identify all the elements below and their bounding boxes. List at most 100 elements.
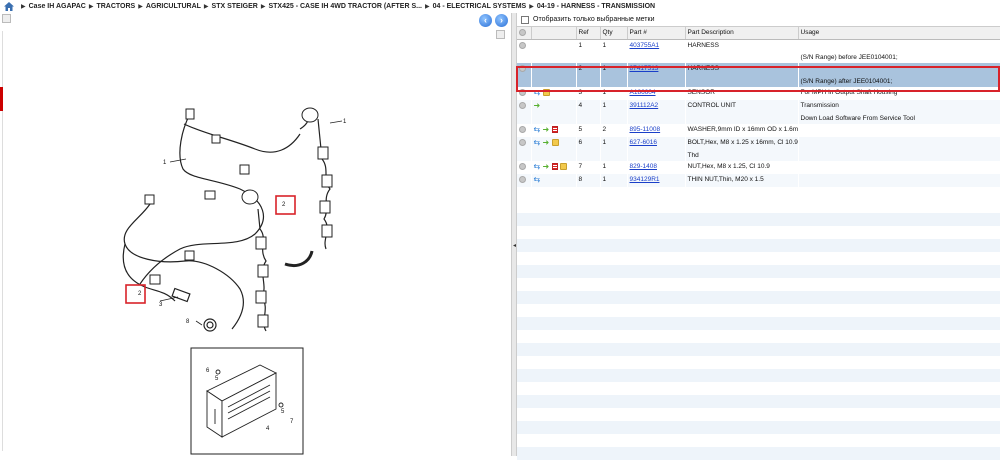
row-select-icon[interactable] — [519, 176, 526, 183]
table-row[interactable]: 1 1 403755A1 HARNESS — [517, 39, 1000, 52]
table-row-detail[interactable]: Down Load Software From Service Tool — [517, 113, 1000, 124]
row-ref: 4 — [576, 100, 600, 113]
row-qty — [600, 150, 627, 161]
selected-row-frame — [516, 66, 1000, 92]
part-number-link[interactable]: 627-6016 — [630, 139, 657, 146]
row-qty: 1 — [602, 163, 607, 170]
expand-icon[interactable] — [2, 14, 11, 23]
row-select[interactable] — [517, 174, 531, 187]
row-usage: Down Load Software From Service Tool — [798, 113, 1000, 124]
table-row[interactable]: ⇆ 8 1 934129R1 THIN NUT,Thin, M20 x 1.5 — [517, 174, 1000, 187]
row-select[interactable] — [517, 113, 531, 124]
flag-icon[interactable] — [551, 126, 558, 133]
harness-diagram: 1 1 2 2 3 8 6 5 5 7 4 — [122, 107, 347, 455]
breadcrumb-separator-icon: ▶ — [203, 4, 209, 10]
row-select[interactable] — [517, 137, 531, 150]
header-qty[interactable]: Qty — [600, 27, 628, 40]
header-usage[interactable]: Usage — [798, 27, 1000, 40]
row-description — [685, 113, 798, 124]
table-row[interactable]: ⇆ ➜ 5 2 895-11008 WASHER,9mm ID x 16mm OD x 1… — [517, 124, 1000, 137]
table-row-detail[interactable]: (S/N Range) before JEE0104001; — [517, 52, 1000, 63]
arrow-icon[interactable]: ➜ — [543, 163, 550, 171]
breadcrumb-item[interactable]: 04-19 - HARNESS - TRANSMISSION — [537, 3, 655, 10]
row-select[interactable] — [517, 161, 531, 174]
row-qty: 2 — [602, 126, 607, 133]
part-number-link[interactable]: 403755A1 — [630, 42, 660, 49]
header-select[interactable] — [517, 27, 532, 40]
row-select[interactable] — [517, 39, 531, 52]
breadcrumb-item[interactable]: STX STEIGER — [212, 3, 258, 10]
row-part-number[interactable]: 627-6016 — [627, 137, 685, 150]
table-row[interactable]: ⇆ ➜ 7 1 829-1408 NUT,Hex, M8 x 1.25, Cl 10.9 — [517, 161, 1000, 174]
row-select[interactable] — [517, 52, 531, 63]
row-select-icon[interactable] — [519, 102, 526, 109]
row-usage — [798, 124, 1000, 137]
row-qty: 1 — [600, 100, 627, 113]
row-part-number[interactable]: 829-1408 — [627, 161, 685, 174]
breadcrumb-item[interactable]: AGRICULTURAL — [146, 3, 201, 10]
part-number-link[interactable]: 829-1408 — [630, 163, 657, 170]
row-description: Thd — [685, 150, 798, 161]
part-number-link[interactable]: 391112A2 — [630, 102, 659, 109]
breadcrumb-separator-icon: ▶ — [424, 4, 430, 10]
row-select[interactable] — [517, 150, 531, 161]
callout-3: 3 — [159, 302, 163, 308]
breadcrumb-item[interactable]: STX425 - CASE IH 4WD TRACTOR (AFTER S... — [268, 3, 422, 10]
filter-bar: Отобразить только выбранные метки — [517, 13, 1000, 27]
row-part-number — [627, 150, 685, 161]
row-part-number[interactable]: 403755A1 — [627, 39, 685, 52]
note-icon[interactable] — [559, 163, 567, 170]
previous-arrow-icon[interactable]: ‹ — [479, 14, 492, 27]
breadcrumb-item[interactable]: Case IH AGAPAC — [29, 3, 86, 10]
breadcrumb-separator-icon: ▶ — [88, 4, 94, 10]
header-part[interactable]: Part # — [627, 27, 686, 40]
row-qty: 1 — [602, 41, 607, 49]
row-select-icon[interactable] — [519, 126, 526, 133]
show-selected-checkbox[interactable] — [521, 15, 529, 24]
callout-1b: 1 — [163, 160, 167, 166]
breadcrumb-separator-icon: ▶ — [260, 4, 266, 10]
home-icon[interactable] — [4, 2, 14, 11]
breadcrumb-separator-icon: ▶ — [21, 4, 26, 10]
row-part-number[interactable]: 934129R1 — [627, 174, 685, 187]
flag-icon[interactable] — [551, 163, 558, 170]
parts-table: Ref Qty Part # Part Description Usage 1 1… — [517, 27, 1000, 187]
table-row-detail[interactable]: Thd — [517, 150, 1000, 161]
swap-icon[interactable]: ⇆ — [534, 176, 541, 184]
swap-icon[interactable]: ⇆ — [534, 163, 541, 171]
note-icon[interactable] — [551, 139, 559, 146]
next-arrow-icon[interactable]: › — [495, 14, 508, 27]
arrow-icon[interactable]: ➜ — [543, 126, 550, 134]
diagram-pane: ‹ › 1 1 2 2 3 8 6 5 5 7 4 — [0, 13, 511, 456]
header-desc[interactable]: Part Description — [685, 27, 799, 40]
row-select-icon[interactable] — [519, 163, 526, 170]
row-ref: 8 — [576, 174, 600, 187]
row-part-number[interactable]: 391112A2 — [627, 100, 685, 113]
row-ref: 5 — [578, 126, 583, 133]
part-number-link[interactable]: 895-11008 — [630, 126, 661, 133]
row-select-icon[interactable] — [519, 139, 526, 146]
row-description: BOLT,Hex, M8 x 1.25 x 16mm, Cl 10.9, Ful… — [685, 137, 798, 150]
row-part-number[interactable]: 895-11008 — [627, 124, 685, 137]
row-select[interactable] — [517, 100, 531, 113]
row-select[interactable] — [517, 124, 531, 137]
callout-2a[interactable]: 2 — [282, 202, 286, 208]
highlight-frame-2a — [275, 195, 296, 215]
swap-icon[interactable]: ⇆ — [534, 139, 541, 147]
header-ref[interactable]: Ref — [576, 27, 601, 40]
breadcrumb-items: ▶ Case IH AGAPAC ▶ TRACTORS ▶ AGRICULTURAL ▶ ST… — [18, 3, 655, 10]
table-row[interactable]: ⇆ ➜ 6 1 627-6016 BOLT,Hex, M8 x 1.25 x 16mm, … — [517, 137, 1000, 150]
row-icons: ⇆ ➜ — [531, 161, 576, 174]
swap-icon[interactable]: ⇆ — [534, 126, 541, 134]
callout-2b[interactable]: 2 — [138, 291, 142, 297]
breadcrumb-item[interactable]: 04 - ELECTRICAL SYSTEMS — [433, 3, 527, 10]
arrow-icon[interactable]: ➜ — [543, 139, 550, 147]
row-ref: 1 — [578, 41, 583, 49]
row-usage — [798, 174, 1000, 187]
arrow-icon[interactable]: ➜ — [534, 102, 541, 110]
part-number-link[interactable]: 934129R1 — [630, 176, 660, 183]
row-description: NUT,Hex, M8 x 1.25, Cl 10.9 — [687, 163, 770, 170]
row-select-icon[interactable] — [519, 41, 526, 49]
breadcrumb-item[interactable]: TRACTORS — [96, 3, 135, 10]
table-row[interactable]: ➜ 4 1 391112A2 CONTROL UNIT Transmission — [517, 100, 1000, 113]
